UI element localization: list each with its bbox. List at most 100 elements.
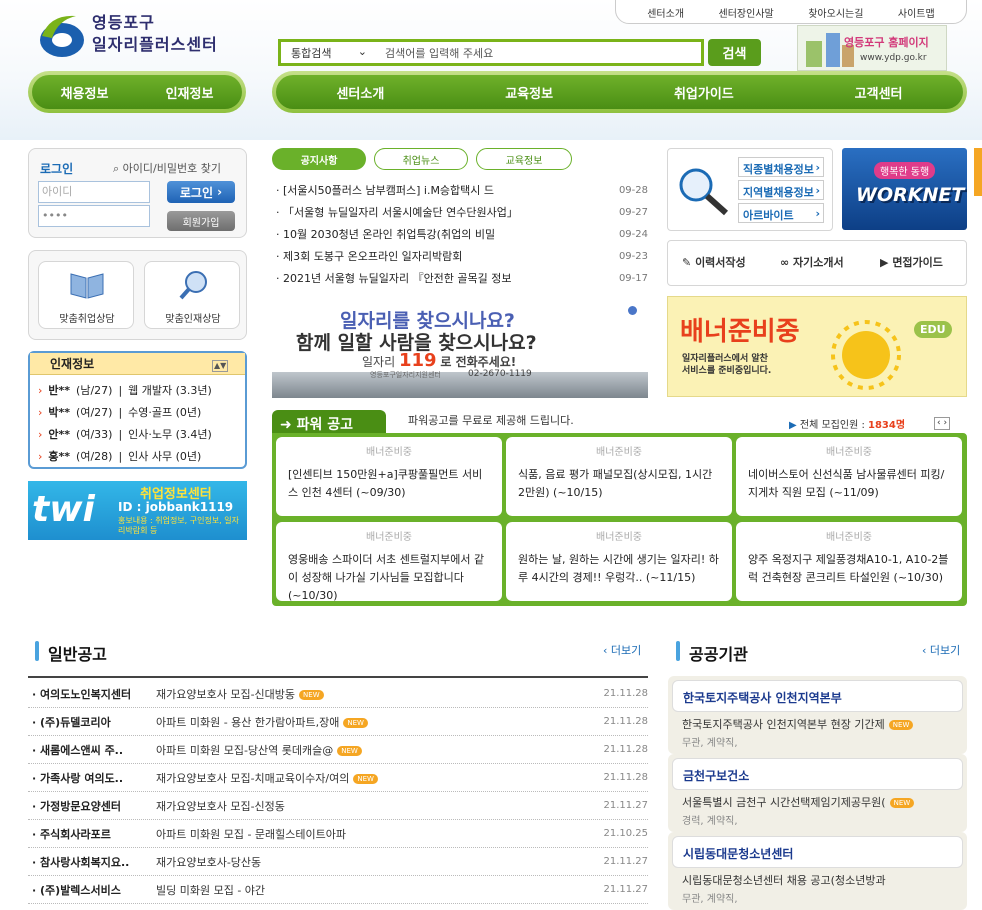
banner-placeholder: 배너준비중 xyxy=(366,447,412,458)
general-more-link[interactable]: ‹ 더보기 xyxy=(603,642,641,658)
news-item[interactable]: · 2021년 서울형 뉴딜일자리 『안전한 골목길 정보 09-17 xyxy=(276,267,648,289)
power-card[interactable]: 배너준비중 원하는 날, 원하는 시간에 생기는 일자리! 하루 4시간의 경제!… xyxy=(506,522,732,601)
public-card[interactable]: 금천구보건소 서울특별시 금천구 시간선택제임기제공무원(NEW 경력, 계약직… xyxy=(668,754,967,832)
arrow-circle-icon: ➜ xyxy=(280,417,292,433)
top-link-about[interactable]: 센터소개 xyxy=(647,5,684,20)
list-item[interactable]: › 반** (남/27) | 웹 개발자 (3.3년) xyxy=(38,379,237,401)
public-card[interactable]: 한국토지주택공사 인천지역본부 한국토지주택공사 인천지역본부 현장 기간제 NE… xyxy=(668,676,967,754)
top-link-directions[interactable]: 찾아오시는길 xyxy=(808,5,863,20)
search-button[interactable]: 검색 xyxy=(708,39,761,66)
twitter-banner[interactable]: twi 취업정보센터 ID : jobbank1119 홍보내용 : 취업정보,… xyxy=(28,481,247,540)
video-icon: ▶ xyxy=(880,256,889,269)
power-card[interactable]: 배너준비중 영웅배송 스파이더 서초 센트럴지부에서 같이 성장해 나가실 기사님… xyxy=(276,522,502,601)
slide-indicator-icon[interactable] xyxy=(628,306,637,315)
login-title: 로그인 xyxy=(40,162,74,176)
list-item[interactable]: › 박** (여/27) | 수영·골프 (0년) xyxy=(38,401,237,423)
guide-resume[interactable]: ✎ 이력서작성 xyxy=(682,254,746,270)
top-link-greeting[interactable]: 센터장인사말 xyxy=(719,5,774,20)
talent-consult-label: 맞춤인재상담 xyxy=(165,314,221,325)
link-job-by-type[interactable]: 직종별채용정보 › xyxy=(738,157,824,177)
new-badge: NEW xyxy=(889,798,915,808)
chevron-left-icon: ‹ xyxy=(937,418,941,428)
worknet-banner[interactable]: 행복한 동행 WORKNET xyxy=(842,148,967,230)
search-input[interactable]: 검색어를 입력해 주세요 xyxy=(377,45,701,61)
twitter-logo: twi xyxy=(32,489,95,530)
tab-education[interactable]: 교육정보 xyxy=(476,148,572,170)
bullet-icon: › xyxy=(38,383,43,397)
talent-list: › 반** (남/27) | 웹 개발자 (3.3년) › 박** (여/27) | 수영·골프… xyxy=(30,375,245,471)
side-banner-desc: 일자리플러스에서 알찬 서비스를 준비중입니다. xyxy=(682,354,772,376)
guide-self-intro[interactable]: ∞ 자기소개서 xyxy=(780,254,844,270)
banner-placeholder: 배너준비중 xyxy=(366,532,412,543)
job-consult-button[interactable]: 맞춤취업상담 xyxy=(38,261,134,329)
top-link-sitemap[interactable]: 사이트맵 xyxy=(898,5,935,20)
nav-talents[interactable]: 인재정보 xyxy=(166,83,214,102)
nav-center-intro[interactable]: 센터소개 xyxy=(336,83,384,102)
center-phone-banner[interactable]: 일자리를 찾으시나요? 함께 일할 사람을 찾으시나요? 일자리 119 로 전… xyxy=(272,298,648,398)
guide-interview[interactable]: ▶ 면접가이드 xyxy=(880,254,943,270)
nav-customer-center[interactable]: 고객센터 xyxy=(855,83,903,102)
search-scope-select[interactable]: 통합검색 ⌄ xyxy=(281,45,377,61)
new-badge: NEW xyxy=(343,717,368,728)
password-field[interactable]: •••• xyxy=(38,205,150,227)
join-button[interactable]: 회원가입 xyxy=(167,211,235,231)
news-item[interactable]: · 제3회 도봉구 온오프라인 일자리박람회 09-23 xyxy=(276,245,648,267)
table-row[interactable]: · (주)듀델코리아 아파트 미화원 - 용산 한가람아파트,장애 NEW 21.11… xyxy=(28,708,648,736)
power-card[interactable]: 배너준비중 양주 옥정지구 제일풍경채A10-1, A10-2블럭 건축현장 콘크… xyxy=(736,522,962,601)
power-card[interactable]: 배너준비중 네이버스토어 신선식품 남사물류센터 피킹/지게차 직원 모집 (~1… xyxy=(736,437,962,516)
table-row[interactable]: · 가족사랑 여의도.. 재가요양보호사 모집-치매교육이수자/여의 NEW 21.1… xyxy=(28,764,648,792)
public-card[interactable]: 시립동대문청소년센터 시립동대문청소년센터 채용 공고(청소년방과 무관, 계약… xyxy=(668,832,967,910)
power-card[interactable]: 배너준비중 식품, 음료 평가 패널모집(상시모집, 1시간 2만원) (~10/… xyxy=(506,437,732,516)
public-more-link[interactable]: ‹ 더보기 xyxy=(922,642,960,658)
news-item[interactable]: · 「서울형 뉴딜일자리 서울시예술단 연수단원사업」 09-27 xyxy=(276,201,648,223)
chevron-right-icon: › xyxy=(815,161,820,174)
link-part-time[interactable]: 아르바이트 › xyxy=(738,203,824,223)
news-item[interactable]: · 10월 2030청년 온라인 취업특강(취업의 비밀 09-24 xyxy=(276,223,648,245)
nav-job-guide[interactable]: 취업가이드 xyxy=(674,83,734,102)
ydp-banner-title: 영등포구 홈페이지 xyxy=(844,36,929,49)
banner-placeholder: 배너준비중 xyxy=(596,532,642,543)
public-card-desc: 시립동대문청소년센터 채용 공고(청소년방과 xyxy=(682,874,886,887)
tab-job-news[interactable]: 취업뉴스 xyxy=(374,148,468,170)
public-card-desc: 한국토지주택공사 인천지역본부 현장 기간제 NEW xyxy=(682,716,914,732)
ydp-homepage-banner[interactable]: 영등포구 홈페이지 www.ydp.go.kr xyxy=(797,25,947,71)
tab-notice[interactable]: 공지사항 xyxy=(272,148,366,170)
new-badge: NEW xyxy=(299,689,324,700)
nav-education[interactable]: 교육정보 xyxy=(505,83,553,102)
site-logo[interactable]: 영등포구 일자리플러스센터 xyxy=(92,12,218,56)
arrow-right-icon: › xyxy=(217,185,223,199)
table-row[interactable]: · 새롬에스앤씨 주.. 아파트 미화원 모집-당산역 롯데캐슬@ NEW 21.11… xyxy=(28,736,648,764)
chevron-left-icon: ‹ xyxy=(922,644,927,657)
book-icon xyxy=(70,273,104,299)
public-card-meta: 무관, 계약직, xyxy=(682,894,738,905)
table-row[interactable]: · 주식회사라포르 아파트 미화원 모집 - 문래힐스테이트아파 21.10.25 xyxy=(28,820,648,848)
top-links: 센터소개 센터장인사말 찾아오시는길 사이트맵 xyxy=(615,0,967,24)
sun-icon xyxy=(831,320,901,390)
city-skyline xyxy=(272,372,648,398)
side-tab[interactable] xyxy=(974,148,982,196)
job-consult-label: 맞춤취업상담 xyxy=(59,314,115,325)
table-row[interactable]: · 참사랑사회복지요.. 재가요양보호사-당산동 21.11.27 xyxy=(28,848,648,876)
side-banner[interactable]: 배너준비중 일자리플러스에서 알찬 서비스를 준비중입니다. EDU xyxy=(667,296,967,397)
list-item[interactable]: › 안** (여/33) | 인사·노무 (3.4년) xyxy=(38,423,237,445)
scroll-arrows-icon[interactable]: ▲▼ xyxy=(212,360,229,372)
id-field[interactable]: 아이디 xyxy=(38,181,150,203)
worknet-small: 행복한 동행 xyxy=(874,162,936,179)
login-button[interactable]: 로그인 › xyxy=(167,181,235,203)
talent-consult-button[interactable]: 맞춤인재상담 xyxy=(144,261,240,329)
table-row[interactable]: · 여의도노인복지센터 재가요양보호사 모집-신대방동 NEW 21.11.28 xyxy=(28,680,648,708)
logo-icon[interactable] xyxy=(36,10,88,62)
power-card[interactable]: 배너준비중 [인센티브 150만원+a]쿠팡풀필먼트 서비스 인천 4센터 (~0… xyxy=(276,437,502,516)
power-pager[interactable]: ‹ › xyxy=(934,417,951,430)
nav-jobs[interactable]: 채용정보 xyxy=(61,83,109,102)
job-search-box: 직종별채용정보 › 지역별채용정보 › 아르바이트 › xyxy=(667,148,833,231)
find-account-link[interactable]: ⌕ 아이디/비밀번호 찾기 xyxy=(113,160,221,176)
link-job-by-region[interactable]: 지역별채용정보 › xyxy=(738,180,824,200)
banner-line3: 일자리 119 로 전화주세요! xyxy=(362,350,517,371)
list-item[interactable]: › 홍** (여/28) | 인사 사무 (0년) xyxy=(38,445,237,467)
general-title: 일반공고 xyxy=(48,645,107,664)
table-row[interactable]: · 가정방문요양센터 재가요양보호사 모집-신정동 21.11.27 xyxy=(28,792,648,820)
bullet-icon: › xyxy=(38,405,43,419)
table-row[interactable]: · (주)발렉스서비스 빌딩 미화원 모집 - 야간 21.11.27 xyxy=(28,876,648,904)
news-item[interactable]: · [서울시50플러스 남부캠퍼스] i.M승합택시 드 09-28 xyxy=(276,179,648,201)
